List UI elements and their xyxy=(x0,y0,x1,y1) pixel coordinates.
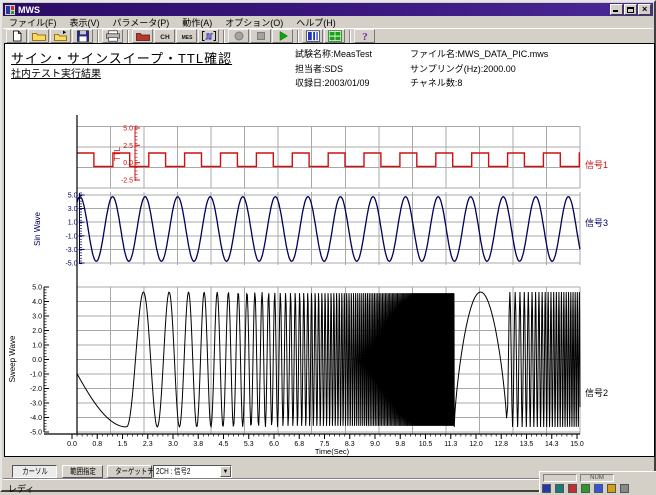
mws-window: MWS × ファイル(F) 表示(V) パラメータ(P) 動作(A) オプション(O) ヘ… xyxy=(0,0,656,494)
record-button[interactable] xyxy=(228,29,249,43)
signal-monitor-button[interactable] xyxy=(198,29,219,43)
status-pane xyxy=(543,474,577,482)
report-info-row: サンプリング(Hz):2000.00 xyxy=(410,62,548,77)
report-info-row: 試験名称:MeasTest xyxy=(295,47,372,62)
info-value: SDS xyxy=(324,63,344,74)
menubar: ファイル(F) 表示(V) パラメータ(P) 動作(A) オプション(O) ヘルプ(H) xyxy=(3,16,653,28)
print-button[interactable] xyxy=(102,29,123,43)
svg-text:CH: CH xyxy=(160,34,170,41)
close-button[interactable]: × xyxy=(638,4,651,15)
red-folder-icon xyxy=(135,33,150,41)
range-select-button[interactable]: 範囲指定 xyxy=(62,465,103,478)
report-info-row: ファイル名:MWS_DATA_PIC.mws xyxy=(410,47,548,62)
overlay-window-fragment: NUM xyxy=(539,471,656,493)
dropdown-arrow-icon[interactable]: ▼ xyxy=(220,466,231,477)
range-select-button-label: 範囲指定 xyxy=(69,467,96,476)
target-channel-value: 2CH : 信号2 xyxy=(156,467,191,476)
run-button[interactable] xyxy=(272,29,293,43)
report-info-column-2: ファイル名:MWS_DATA_PIC.mws サンプリング(Hz):2000.00… xyxy=(410,47,548,91)
window-controls: × xyxy=(610,4,651,15)
info-value: MWS_DATA_PIC.mws xyxy=(457,49,549,59)
report-info-row: 収録日:2003/01/09 xyxy=(295,76,372,91)
open-folder-icon xyxy=(31,33,46,41)
printer-icon xyxy=(105,30,120,42)
info-value: 8 xyxy=(457,78,463,88)
info-value: MeasTest xyxy=(333,49,373,59)
svg-text:?: ? xyxy=(362,31,368,42)
new-file-button[interactable] xyxy=(6,29,27,43)
info-value: 2000.00 xyxy=(483,63,516,74)
info-label: チャネル数: xyxy=(410,78,458,88)
measure-setup-button[interactable]: MES xyxy=(176,29,197,43)
maximize-button[interactable] xyxy=(624,4,637,15)
open-folder-arrow-icon xyxy=(53,30,67,41)
waveform-view-icon xyxy=(305,30,320,42)
help-button[interactable]: ? xyxy=(354,29,375,43)
target-channel-select[interactable]: 2CH : 信号2 ▼ xyxy=(153,465,232,478)
open-file-button[interactable] xyxy=(28,29,49,43)
floppy-disk-icon xyxy=(76,30,89,42)
question-mark-icon: ? xyxy=(362,31,368,42)
grid-view-button[interactable] xyxy=(324,29,345,43)
close-icon: × xyxy=(641,4,648,14)
report-info-column-1: 試験名称:MeasTest 担当者:SDS 収録日:2003/01/09 xyxy=(295,47,372,91)
fragment-status-panes: NUM xyxy=(543,474,614,482)
waveform-view-button[interactable] xyxy=(302,29,323,43)
grid-view-icon xyxy=(327,30,342,42)
toolbar-separator xyxy=(297,29,299,43)
record-circle-icon xyxy=(234,31,243,41)
svg-text:MES: MES xyxy=(181,35,193,41)
app-icon xyxy=(5,4,15,15)
info-label: サンプリング(Hz): xyxy=(410,63,484,74)
open-data-button[interactable] xyxy=(50,29,71,43)
info-label: 試験名称: xyxy=(295,49,334,59)
measure-setup-icon: MES xyxy=(181,35,193,41)
target-channel-label: ターゲットチャネル xyxy=(107,465,173,478)
report-info-row: チャネル数:8 xyxy=(410,76,548,91)
info-label: 収録日: xyxy=(295,78,325,88)
status-num-indicator: NUM xyxy=(580,474,614,482)
new-file-icon xyxy=(12,30,21,42)
report-document: サイン・サインスイープ・TTL確認 社内テスト実行結果 試験名称:MeasTes… xyxy=(4,43,655,457)
channel-setup-icon: CH xyxy=(160,34,170,41)
channel-setup-button[interactable]: CH xyxy=(154,29,175,43)
toolbar-separator xyxy=(127,29,129,43)
window-title: MWS xyxy=(18,4,40,15)
toolbar: CH MES? xyxy=(3,28,653,43)
minimize-icon xyxy=(613,10,618,12)
toolbar-separator xyxy=(223,29,225,43)
save-file-button[interactable] xyxy=(72,29,93,43)
stop-button[interactable] xyxy=(250,29,271,43)
signal-scope-icon xyxy=(201,31,216,41)
report-info-row: 担当者:SDS xyxy=(295,62,372,77)
status-ready: レディ xyxy=(8,484,35,494)
stop-square-icon xyxy=(256,32,265,40)
minimize-button[interactable] xyxy=(610,4,623,15)
close-data-button[interactable] xyxy=(132,29,153,43)
toolbar-separator xyxy=(97,29,99,43)
cursor-button-label: カーソル xyxy=(21,467,48,476)
cursor-button[interactable]: カーソル xyxy=(12,465,57,478)
info-label: ファイル名: xyxy=(410,49,458,59)
maximize-icon xyxy=(627,7,634,13)
toolbar-separator xyxy=(349,29,351,43)
report-subtitle: 社内テスト実行結果 xyxy=(11,69,101,80)
play-triangle-icon xyxy=(279,31,288,41)
info-value: 2003/01/09 xyxy=(324,78,370,88)
info-label: 担当者: xyxy=(295,63,325,74)
